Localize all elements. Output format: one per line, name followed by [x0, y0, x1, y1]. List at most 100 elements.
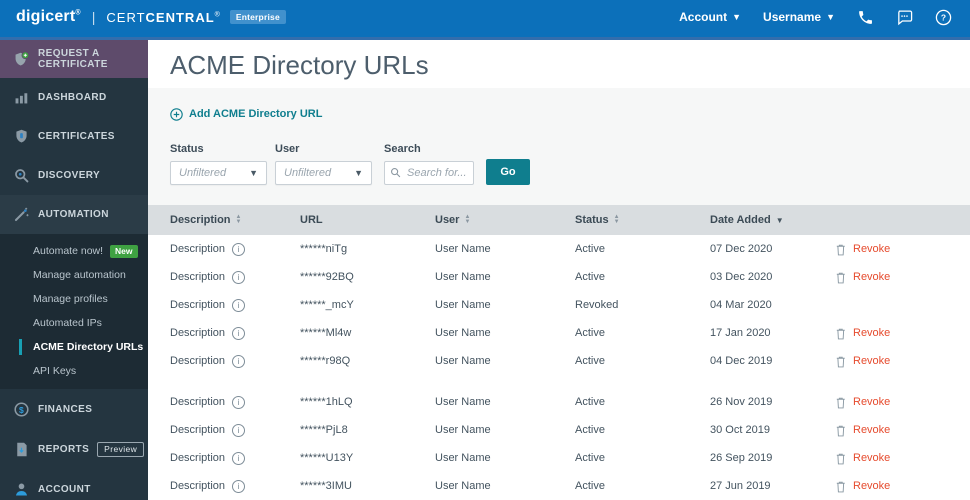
row-user: User Name — [435, 327, 491, 339]
column-header-status[interactable]: Status ▲ ▼ — [575, 214, 710, 226]
sidebar-item-finances[interactable]: $ FINANCES — [0, 389, 148, 429]
trash-icon[interactable] — [835, 480, 847, 493]
brand-logo[interactable]: digicert® | CERTCENTRAL® Enterprise — [16, 8, 286, 26]
revoke-button[interactable]: Revoke — [853, 396, 890, 408]
revoke-button[interactable]: Revoke — [853, 271, 890, 283]
info-icon[interactable]: i — [232, 451, 246, 465]
row-description: Description — [170, 424, 226, 436]
trash-icon[interactable] — [835, 243, 847, 256]
account-menu-label: Account — [679, 10, 728, 24]
sidebar-item-label: REPORTS — [38, 443, 90, 455]
shield-plus-icon — [13, 50, 30, 68]
table-row: Description i ******3IMU User Name Activ… — [148, 472, 970, 500]
revoke-button[interactable]: Revoke — [853, 452, 890, 464]
column-header-url[interactable]: URL — [300, 214, 435, 226]
username-menu[interactable]: Username ▼ — [763, 10, 835, 24]
info-icon[interactable]: i — [232, 423, 246, 437]
row-description: Description — [170, 299, 226, 311]
submenu-item-manage-automation[interactable]: Manage automation — [0, 263, 148, 287]
column-header-description[interactable]: Description ▲ ▼ — [170, 214, 300, 226]
submenu-item-automated-ips[interactable]: Automated IPs — [0, 311, 148, 335]
sidebar-item-label: CERTIFICATES — [38, 131, 115, 142]
automation-submenu: Automate now! New Manage automation Mana… — [0, 234, 148, 389]
user-filter-value: Unfiltered — [284, 166, 332, 179]
row-url: ******3IMU — [300, 480, 352, 492]
chevron-down-icon: ▼ — [354, 167, 363, 178]
info-icon[interactable]: i — [232, 298, 246, 312]
row-date-added: 17 Jan 2020 — [710, 327, 771, 339]
sidebar-item-label: FINANCES — [38, 403, 93, 415]
revoke-button[interactable]: Revoke — [853, 243, 890, 255]
main-content: ACME Directory URLs Add ACME Directory U… — [148, 40, 970, 500]
submenu-item-label: Automate now! — [33, 245, 104, 257]
chat-icon[interactable] — [896, 9, 913, 26]
table-row: Description i ******U13Y User Name Activ… — [148, 444, 970, 472]
row-status: Active — [575, 243, 605, 255]
row-url: ******U13Y — [300, 452, 354, 464]
chevron-down-icon: ▼ — [826, 12, 835, 22]
submenu-item-acme-directory-urls[interactable]: ACME Directory URLs — [0, 335, 148, 359]
info-icon[interactable]: i — [232, 479, 246, 493]
revoke-button[interactable]: Revoke — [853, 480, 890, 492]
submenu-item-manage-profiles[interactable]: Manage profiles — [0, 287, 148, 311]
phone-icon[interactable] — [857, 9, 874, 26]
sidebar-item-dashboard[interactable]: DASHBOARD — [0, 78, 148, 117]
go-button[interactable]: Go — [486, 158, 530, 185]
info-icon[interactable]: i — [232, 354, 246, 368]
submenu-item-automate-now[interactable]: Automate now! New — [0, 239, 148, 263]
column-header-date-added[interactable]: Date Added ▼ — [710, 214, 835, 226]
sidebar-item-automation[interactable]: AUTOMATION — [0, 195, 148, 234]
user-filter-dropdown[interactable]: Unfiltered ▼ — [275, 160, 372, 185]
row-description: Description — [170, 355, 226, 367]
trash-icon[interactable] — [835, 424, 847, 437]
revoke-button[interactable]: Revoke — [853, 327, 890, 339]
row-date-added: 26 Nov 2019 — [710, 396, 773, 408]
sort-desc-icon: ▼ — [775, 215, 784, 225]
row-status: Active — [575, 327, 605, 339]
report-icon — [13, 441, 30, 458]
sidebar-nav: REQUEST A CERTIFICATE DASHBOARD CERTIFIC… — [0, 40, 148, 500]
info-icon[interactable]: i — [232, 326, 246, 340]
trash-icon[interactable] — [835, 452, 847, 465]
info-icon[interactable]: i — [232, 242, 246, 256]
trash-icon[interactable] — [835, 327, 847, 340]
certcentral-logo: CERTCENTRAL® — [106, 9, 221, 25]
row-user: User Name — [435, 271, 491, 283]
add-acme-directory-url-button[interactable]: Add ACME Directory URL — [170, 107, 322, 121]
sidebar-item-certificates[interactable]: CERTIFICATES — [0, 117, 148, 156]
sidebar-item-request-certificate[interactable]: REQUEST A CERTIFICATE — [0, 40, 148, 78]
row-user: User Name — [435, 299, 491, 311]
row-date-added: 26 Sep 2019 — [710, 452, 773, 464]
sort-icon: ▲ ▼ — [235, 214, 242, 226]
table-body: Description i ******niTg User Name Activ… — [148, 235, 970, 500]
sidebar-item-discovery[interactable]: DISCOVERY — [0, 156, 148, 195]
row-status: Active — [575, 355, 605, 367]
revoke-button[interactable]: Revoke — [853, 424, 890, 436]
sidebar-item-account[interactable]: ACCOUNT — [0, 469, 148, 500]
toolbar-panel: Add ACME Directory URL Status Unfiltered… — [148, 87, 970, 206]
submenu-item-api-keys[interactable]: API Keys — [0, 359, 148, 383]
column-header-user[interactable]: User ▲ ▼ — [435, 214, 575, 226]
title-bar: ACME Directory URLs — [148, 40, 970, 88]
row-user: User Name — [435, 243, 491, 255]
row-url: ******92BQ — [300, 271, 354, 283]
sidebar-item-label: DISCOVERY — [38, 170, 101, 181]
trash-icon[interactable] — [835, 396, 847, 409]
table-row: Description i ******niTg User Name Activ… — [148, 235, 970, 263]
status-filter-dropdown[interactable]: Unfiltered ▼ — [170, 160, 267, 185]
account-menu[interactable]: Account ▼ — [679, 10, 741, 24]
trash-icon[interactable] — [835, 355, 847, 368]
submenu-item-label: Manage automation — [33, 269, 126, 281]
revoke-button[interactable]: Revoke — [853, 355, 890, 367]
info-icon[interactable]: i — [232, 395, 246, 409]
new-badge: New — [110, 244, 138, 258]
row-url: ******_mcY — [300, 299, 354, 311]
help-icon[interactable]: ? — [935, 9, 952, 26]
table-row: Description i ******r98Q User Name Activ… — [148, 347, 970, 375]
info-icon[interactable]: i — [232, 270, 246, 284]
submenu-item-label: Automated IPs — [33, 317, 102, 329]
row-url: ******Ml4w — [300, 327, 352, 339]
sidebar-item-reports[interactable]: REPORTS Preview — [0, 429, 148, 469]
search-icon — [391, 167, 401, 177]
trash-icon[interactable] — [835, 271, 847, 284]
